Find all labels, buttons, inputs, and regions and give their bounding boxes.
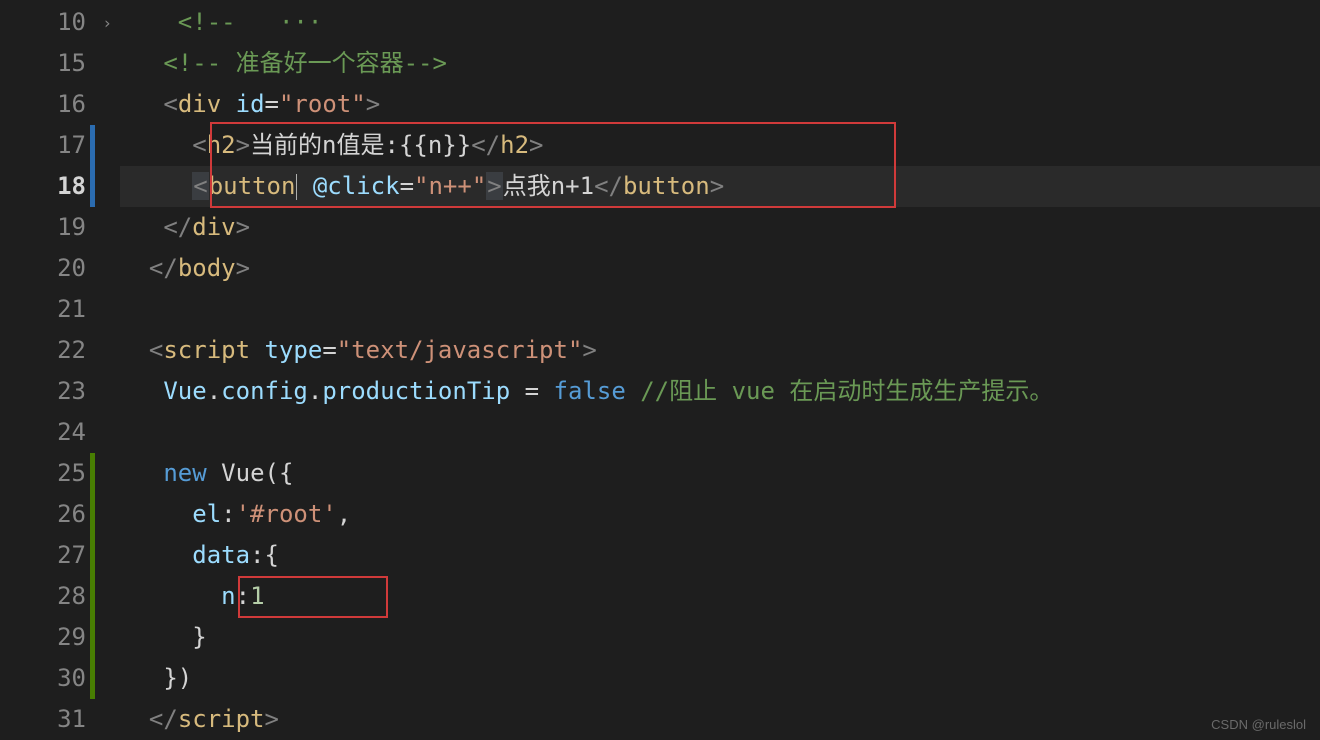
gutter-change-bar xyxy=(90,166,95,207)
tag-div-close: div xyxy=(192,213,235,241)
line-number: 10› xyxy=(0,2,120,43)
code-line[interactable]: Vue.config.productionTip = false //阻止 vu… xyxy=(120,371,1320,412)
line-number: 31 xyxy=(0,699,120,740)
tag-script-close: script xyxy=(178,705,265,733)
text-cursor xyxy=(296,174,297,200)
code-line[interactable]: el:'#root', xyxy=(120,494,1320,535)
line-number: 30 xyxy=(0,658,120,699)
tag-script: script xyxy=(163,336,250,364)
line-number: 29 xyxy=(0,617,120,658)
code-line[interactable]: <div id="root"> xyxy=(120,84,1320,125)
line-number: 28 xyxy=(0,576,120,617)
comment: //阻止 vue 在启动时生成生产提示。 xyxy=(626,377,1054,405)
code-line[interactable] xyxy=(120,289,1320,330)
code-line[interactable]: data:{ xyxy=(120,535,1320,576)
tag-button: button xyxy=(209,172,296,200)
comment: <!-- 准备好一个容器--> xyxy=(163,49,447,77)
line-number: 25 xyxy=(0,453,120,494)
fold-icon[interactable]: › xyxy=(102,2,112,43)
code-line[interactable]: new Vue({ xyxy=(120,453,1320,494)
line-number: 15 xyxy=(0,43,120,84)
code-line[interactable]: </script> xyxy=(120,699,1320,740)
line-number: 24 xyxy=(0,412,120,453)
gutter-add-bar xyxy=(90,453,95,494)
tag-h2: h2 xyxy=(207,131,236,159)
line-number-gutter: 10› 15 16 17 18 19 20 21 22 23 24 25 26 … xyxy=(0,0,120,740)
line-number: 17 xyxy=(0,125,120,166)
code-line[interactable]: } xyxy=(120,617,1320,658)
line-number: 19 xyxy=(0,207,120,248)
code-editor[interactable]: 10› 15 16 17 18 19 20 21 22 23 24 25 26 … xyxy=(0,0,1320,740)
gutter-add-bar xyxy=(90,494,95,535)
code-line[interactable]: <!-- 准备好一个容器--> xyxy=(120,43,1320,84)
tag-div: div xyxy=(178,90,221,118)
line-number-current: 18 xyxy=(0,166,120,207)
line-number: 20 xyxy=(0,248,120,289)
fold-ellipsis: ··· xyxy=(279,8,322,36)
line-number: 22 xyxy=(0,330,120,371)
gutter-change-bar xyxy=(90,125,95,166)
code-line[interactable] xyxy=(120,412,1320,453)
line-number: 16 xyxy=(0,84,120,125)
watermark: CSDN @ruleslol xyxy=(1211,717,1306,732)
code-content[interactable]: <!-- ··· <!-- 准备好一个容器--> <div id="root">… xyxy=(120,0,1320,740)
gutter-add-bar xyxy=(90,658,95,699)
code-line-current[interactable]: <button @click="n++">点我n+1</button> xyxy=(120,166,1320,207)
gutter-add-bar xyxy=(90,535,95,576)
code-line[interactable]: n:1 xyxy=(120,576,1320,617)
code-line[interactable]: </body> xyxy=(120,248,1320,289)
line-number: 21 xyxy=(0,289,120,330)
code-line[interactable]: <h2>当前的n值是:{{n}}</h2> xyxy=(120,125,1320,166)
gutter-add-bar xyxy=(90,576,95,617)
code-line[interactable]: <!-- ··· xyxy=(120,2,1320,43)
line-number: 27 xyxy=(0,535,120,576)
tag-body-close: body xyxy=(178,254,236,282)
code-line[interactable]: </div> xyxy=(120,207,1320,248)
code-line[interactable]: }) xyxy=(120,658,1320,699)
code-line[interactable]: <script type="text/javascript"> xyxy=(120,330,1320,371)
line-number: 26 xyxy=(0,494,120,535)
line-number: 23 xyxy=(0,371,120,412)
gutter-add-bar xyxy=(90,617,95,658)
comment-open: <!-- xyxy=(178,8,236,36)
